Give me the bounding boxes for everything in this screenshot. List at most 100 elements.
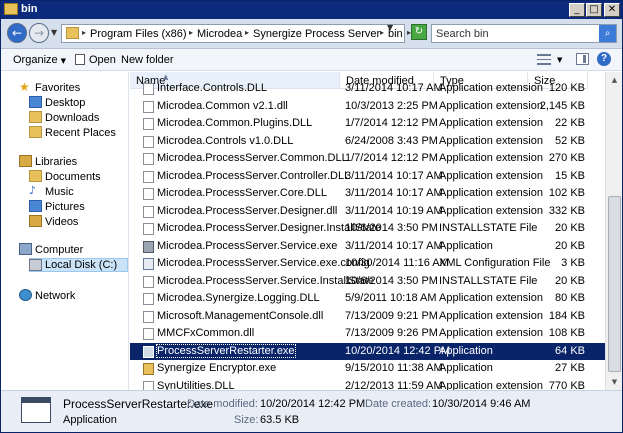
back-button[interactable]: ← (7, 23, 27, 43)
close-button[interactable]: ✕ (604, 3, 620, 17)
file-date-modified: 10/20/2014 12:42 PM (345, 344, 451, 357)
file-size: 64 KB (555, 344, 585, 357)
vertical-scrollbar[interactable]: ▲ ▼ (605, 72, 622, 390)
view-options-icon[interactable] (537, 54, 551, 65)
computer-icon (19, 243, 32, 255)
file-icon (143, 118, 154, 130)
preview-pane-icon[interactable] (576, 53, 589, 65)
file-name: MMCFxCommon.dll (157, 327, 255, 339)
file-rows: Interface.Controls.DLL 3/11/2014 10:17 AM… (130, 80, 605, 390)
help-icon[interactable]: ? (597, 52, 611, 66)
breadcrumb-synergize-process-server[interactable]: Synergize Process Server (253, 28, 380, 40)
nav-videos[interactable]: Videos (45, 216, 78, 228)
recent-pages-dropdown[interactable]: ▼ (51, 28, 57, 37)
file-size: 22 KB (555, 117, 585, 129)
file-date-modified: 3/11/2014 10:17 AM (345, 82, 443, 94)
file-name: Microdea.Synergize.Logging.DLL (157, 292, 320, 304)
forward-button[interactable]: → (29, 23, 49, 43)
file-size: 15 KB (555, 169, 585, 182)
pictures-icon (29, 200, 42, 212)
open-button[interactable]: Open (89, 54, 116, 66)
organize-button[interactable]: Organize ▼ (13, 54, 66, 66)
file-icon (143, 205, 154, 218)
star-icon: ★ (19, 80, 30, 94)
file-icon (143, 380, 154, 390)
file-type: INSTALLSTATE File (439, 274, 538, 287)
file-name: Microdea.ProcessServer.Service.InstallSt… (157, 274, 375, 287)
refresh-icon[interactable]: ↻ (411, 24, 427, 40)
file-size: 332 KB (548, 204, 585, 217)
file-row[interactable]: Microdea.ProcessServer.Core.DLL 3/11/2014… (130, 185, 605, 203)
file-row[interactable]: Microsoft.ManagementConsole.dll 7/13/2009… (130, 308, 605, 326)
scroll-thumb[interactable] (608, 196, 621, 372)
file-list: Name ▲ Date modified Type Size Interface… (130, 72, 605, 390)
file-name: SynUtilities.DLL (157, 379, 235, 391)
file-row[interactable]: Interface.Controls.DLL 3/11/2014 10:17 AM… (130, 80, 605, 98)
nav-pictures[interactable]: Pictures (45, 201, 85, 213)
breadcrumb-microdea[interactable]: Microdea (197, 28, 242, 40)
breadcrumb-program-files[interactable]: Program Files (x86) (90, 28, 187, 40)
minimize-button[interactable]: _ (569, 3, 585, 17)
network-icon (19, 289, 32, 301)
file-row[interactable]: MMCFxCommon.dll 7/13/2009 9:26 PM Applicat… (130, 325, 605, 343)
file-name: Microdea.ProcessServer.Service.exe (157, 239, 338, 252)
maximize-button[interactable]: □ (586, 3, 602, 17)
videos-icon (29, 215, 42, 227)
file-size: 20 KB (555, 239, 585, 252)
window-title: bin (21, 3, 38, 15)
file-row[interactable]: Microdea.Synergize.Logging.DLL 5/9/2011 1… (130, 290, 605, 308)
file-name: Synergize Encryptor.exe (157, 362, 277, 374)
file-size: 80 KB (555, 292, 585, 304)
file-row[interactable]: Microdea.ProcessServer.Service.exe 3/11/2… (130, 238, 605, 256)
nav-downloads[interactable]: Downloads (45, 112, 99, 124)
nav-desktop[interactable]: Desktop (45, 97, 85, 109)
file-date-modified: 3/11/2014 10:17 AM (345, 239, 443, 252)
chevron-down-icon[interactable]: ▼ (557, 56, 562, 64)
folder-icon (4, 3, 18, 15)
file-row[interactable]: Microdea.ProcessServer.Common.DLL 1/7/201… (130, 150, 605, 168)
application-icon (143, 363, 154, 375)
file-type: Application (439, 239, 493, 252)
chevron-right-icon[interactable]: ▸ (245, 28, 249, 37)
nav-computer[interactable]: Computer (35, 244, 83, 256)
file-row[interactable]: ProcessServerRestarter.exe 10/20/2014 12:… (130, 342, 605, 360)
file-row[interactable]: Microdea.Common.Plugins.DLL 1/7/2014 12:1… (130, 115, 605, 133)
chevron-right-icon[interactable]: ▸ (380, 28, 384, 37)
nav-recent-places[interactable]: Recent Places (45, 127, 116, 139)
chevron-right-icon[interactable]: ▸ (189, 28, 193, 37)
nav-libraries[interactable]: Libraries (35, 156, 77, 168)
file-row[interactable]: Microdea.Common v2.1.dll 10/3/2013 2:25 P… (130, 98, 605, 116)
application-icon (143, 345, 154, 358)
address-history-dropdown[interactable]: ▼ (387, 23, 393, 32)
file-row[interactable]: SynUtilities.DLL 2/12/2013 11:59 AM Applic… (130, 378, 605, 391)
address-bar[interactable]: ▸ Program Files (x86) ▸ Microdea ▸ Syner… (61, 24, 411, 43)
file-size: 52 KB (555, 134, 585, 147)
application-icon (21, 397, 51, 423)
file-row[interactable]: Microdea.ProcessServer.Designer.dll 3/11/… (130, 203, 605, 221)
file-date-modified: 6/24/2008 3:43 PM (345, 134, 438, 147)
search-icon[interactable]: ⌕ (599, 25, 616, 42)
file-date-modified: 9/15/2010 11:38 AM (345, 362, 443, 374)
file-row[interactable]: Synergize Encryptor.exe 9/15/2010 11:38 A… (130, 360, 605, 378)
command-bar: Organize ▼ Open New folder ▼ ? (1, 49, 622, 71)
nav-documents[interactable]: Documents (45, 171, 101, 183)
file-type: Application (439, 344, 493, 357)
nav-local-disk[interactable]: Local Disk (C:) (45, 259, 117, 271)
file-row[interactable]: Microdea.Controls v1.0.DLL 6/24/2008 3:43… (130, 133, 605, 151)
file-size: 184 KB (548, 309, 585, 322)
nav-music[interactable]: Music (45, 186, 74, 198)
file-date-modified: 7/13/2009 9:21 PM (345, 309, 438, 322)
file-row[interactable]: Microdea.ProcessServer.Service.InstallSt… (130, 273, 605, 291)
search-input[interactable]: Search bin ⌕ (431, 24, 617, 43)
nav-network[interactable]: Network (35, 290, 75, 302)
file-row[interactable]: Microdea.ProcessServer.Designer.InstallS… (130, 220, 605, 238)
scroll-down-icon[interactable]: ▼ (607, 374, 622, 390)
file-row[interactable]: Microdea.ProcessServer.Service.exe.confi… (130, 255, 605, 273)
nav-favorites[interactable]: Favorites (35, 82, 80, 94)
title-bar[interactable]: bin _ □ ✕ (1, 1, 622, 19)
scroll-up-icon[interactable]: ▲ (607, 72, 622, 88)
file-row[interactable]: Microdea.ProcessServer.Controller.DLL 3/1… (130, 168, 605, 186)
chevron-right-icon[interactable]: ▸ (82, 28, 86, 37)
new-folder-button[interactable]: New folder (121, 54, 174, 66)
libraries-icon (19, 155, 32, 167)
